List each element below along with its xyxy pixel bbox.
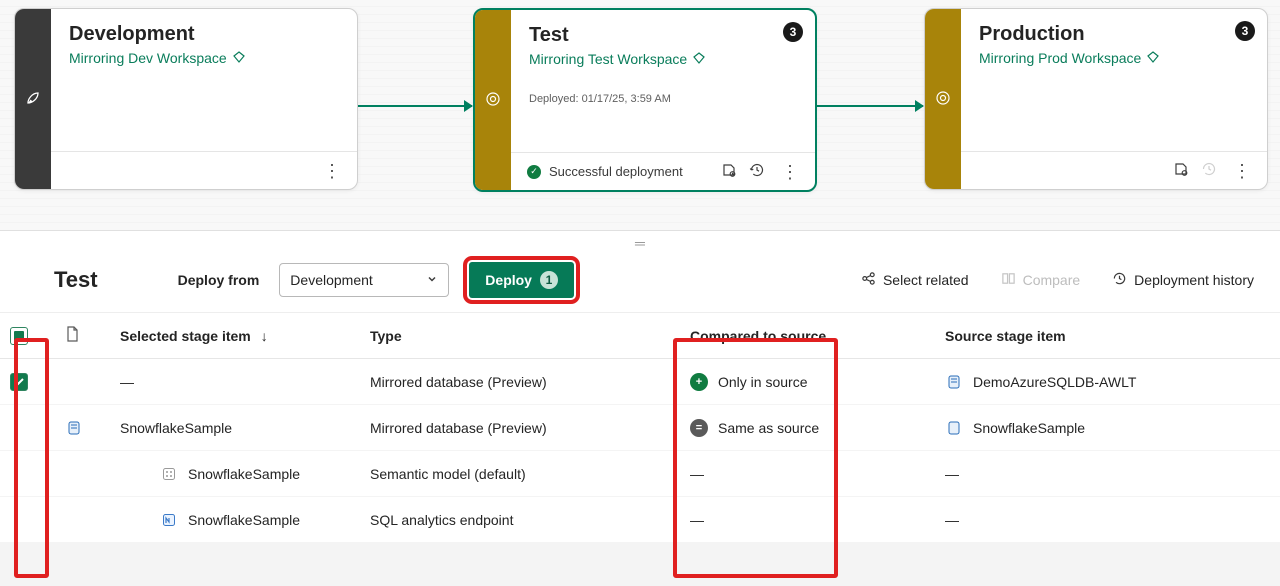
selected-item-cell: SnowflakeSample — [110, 414, 360, 442]
stage-card-test[interactable]: Test Mirroring Test Workspace Deployed: … — [473, 8, 817, 192]
stage-tab-production — [925, 9, 961, 189]
stage-toolbar: Test Deploy from Development Deploy 1 Se… — [0, 248, 1280, 313]
rocket-icon — [25, 90, 41, 109]
source-item-cell: — — [935, 506, 1235, 534]
table-row[interactable]: SnowflakeSample Mirrored database (Previ… — [0, 405, 1280, 451]
selected-item-cell: — — [110, 368, 360, 396]
highlight-overlay-compared-column — [673, 338, 838, 578]
stage-status: Successful deployment — [549, 164, 711, 179]
stage-prod-more-button[interactable]: ⋮ — [1227, 162, 1257, 180]
stage-test-more-button[interactable]: ⋮ — [775, 163, 805, 181]
target-icon — [485, 91, 501, 110]
sort-down-icon: ↓ — [261, 328, 268, 344]
stage-card-production[interactable]: Production Mirroring Prod Workspace 3 ⋮ — [924, 8, 1268, 190]
stage-title: Development — [69, 23, 339, 46]
table-row[interactable]: SnowflakeSample SQL analytics endpoint —… — [0, 497, 1280, 543]
arrow-dev-to-test — [358, 105, 472, 107]
source-item-cell: SnowflakeSample — [935, 413, 1235, 443]
selected-item-cell: SnowflakeSample — [110, 505, 360, 535]
stage-tab-test — [475, 10, 511, 190]
source-item-cell: — — [935, 460, 1235, 488]
item-icon-cell — [55, 413, 110, 443]
diamond-icon — [233, 50, 245, 66]
type-cell: Mirrored database (Preview) — [360, 414, 680, 442]
share-icon — [861, 271, 876, 289]
deployment-rules-icon[interactable] — [719, 162, 739, 181]
history-icon[interactable] — [747, 162, 767, 181]
target-icon — [935, 90, 951, 109]
file-icon — [65, 326, 79, 345]
stage-dev-more-button[interactable]: ⋮ — [317, 162, 347, 180]
type-cell: Mirrored database (Preview) — [360, 368, 680, 396]
chevron-down-icon — [426, 272, 438, 288]
pipeline-canvas: Development Mirroring Dev Workspace ⋮ Te… — [0, 0, 1280, 230]
selected-stage-title: Test — [54, 267, 98, 293]
stage-test-item-count-badge: 3 — [783, 22, 803, 42]
compare-icon — [1001, 271, 1016, 289]
column-type-header[interactable]: Type — [360, 322, 680, 350]
diamond-icon — [693, 51, 705, 67]
model-icon — [160, 465, 178, 483]
history-icon[interactable] — [1199, 161, 1219, 180]
diamond-icon — [1147, 50, 1159, 66]
column-selected-header[interactable]: Selected stage item ↓ — [110, 322, 360, 350]
stage-workspace-link[interactable]: Mirroring Test Workspace — [529, 51, 797, 67]
table-row[interactable]: SnowflakeSample Semantic model (default)… — [0, 451, 1280, 497]
stage-tab-development — [15, 9, 51, 189]
stage-prod-item-count-badge: 3 — [1235, 21, 1255, 41]
deployment-rules-icon[interactable] — [1171, 161, 1191, 180]
stage-workspace-link[interactable]: Mirroring Dev Workspace — [69, 50, 339, 66]
resize-handle[interactable]: ═ — [0, 230, 1280, 248]
deploy-from-select[interactable]: Development — [279, 263, 449, 297]
highlight-overlay-checkbox-column — [14, 338, 49, 578]
stage-title: Test — [529, 24, 797, 47]
column-icon-header — [55, 320, 110, 351]
column-source-header[interactable]: Source stage item — [935, 322, 1235, 350]
deploy-count-badge: 1 — [540, 271, 558, 289]
db-icon — [945, 373, 963, 391]
stage-workspace-link[interactable]: Mirroring Prod Workspace — [979, 50, 1249, 66]
deploy-from-label: Deploy from — [178, 272, 260, 288]
deployment-history-button[interactable]: Deployment history — [1106, 267, 1260, 293]
type-cell: Semantic model (default) — [360, 460, 680, 488]
deploy-button[interactable]: Deploy 1 — [469, 262, 574, 298]
history-icon — [1112, 271, 1127, 289]
table-header-row: Selected stage item ↓ Type Compared to s… — [0, 313, 1280, 359]
compare-button: Compare — [995, 267, 1087, 293]
type-cell: SQL analytics endpoint — [360, 506, 680, 534]
stage-card-development[interactable]: Development Mirroring Dev Workspace ⋮ — [14, 8, 358, 190]
stage-deployed-timestamp: Deployed: 01/17/25, 3:59 AM — [529, 93, 797, 105]
table-row[interactable]: — Mirrored database (Preview) + Only in … — [0, 359, 1280, 405]
check-icon: ✓ — [527, 165, 541, 179]
db-icon — [65, 419, 83, 437]
source-item-cell: DemoAzureSQLDB-AWLT — [935, 367, 1235, 397]
sql-icon — [160, 511, 178, 529]
db-icon — [945, 419, 963, 437]
arrow-test-to-prod — [817, 105, 923, 107]
selected-item-cell: SnowflakeSample — [110, 459, 360, 489]
select-related-button[interactable]: Select related — [855, 267, 975, 293]
stage-title: Production — [979, 23, 1249, 46]
items-table: Selected stage item ↓ Type Compared to s… — [0, 313, 1280, 543]
